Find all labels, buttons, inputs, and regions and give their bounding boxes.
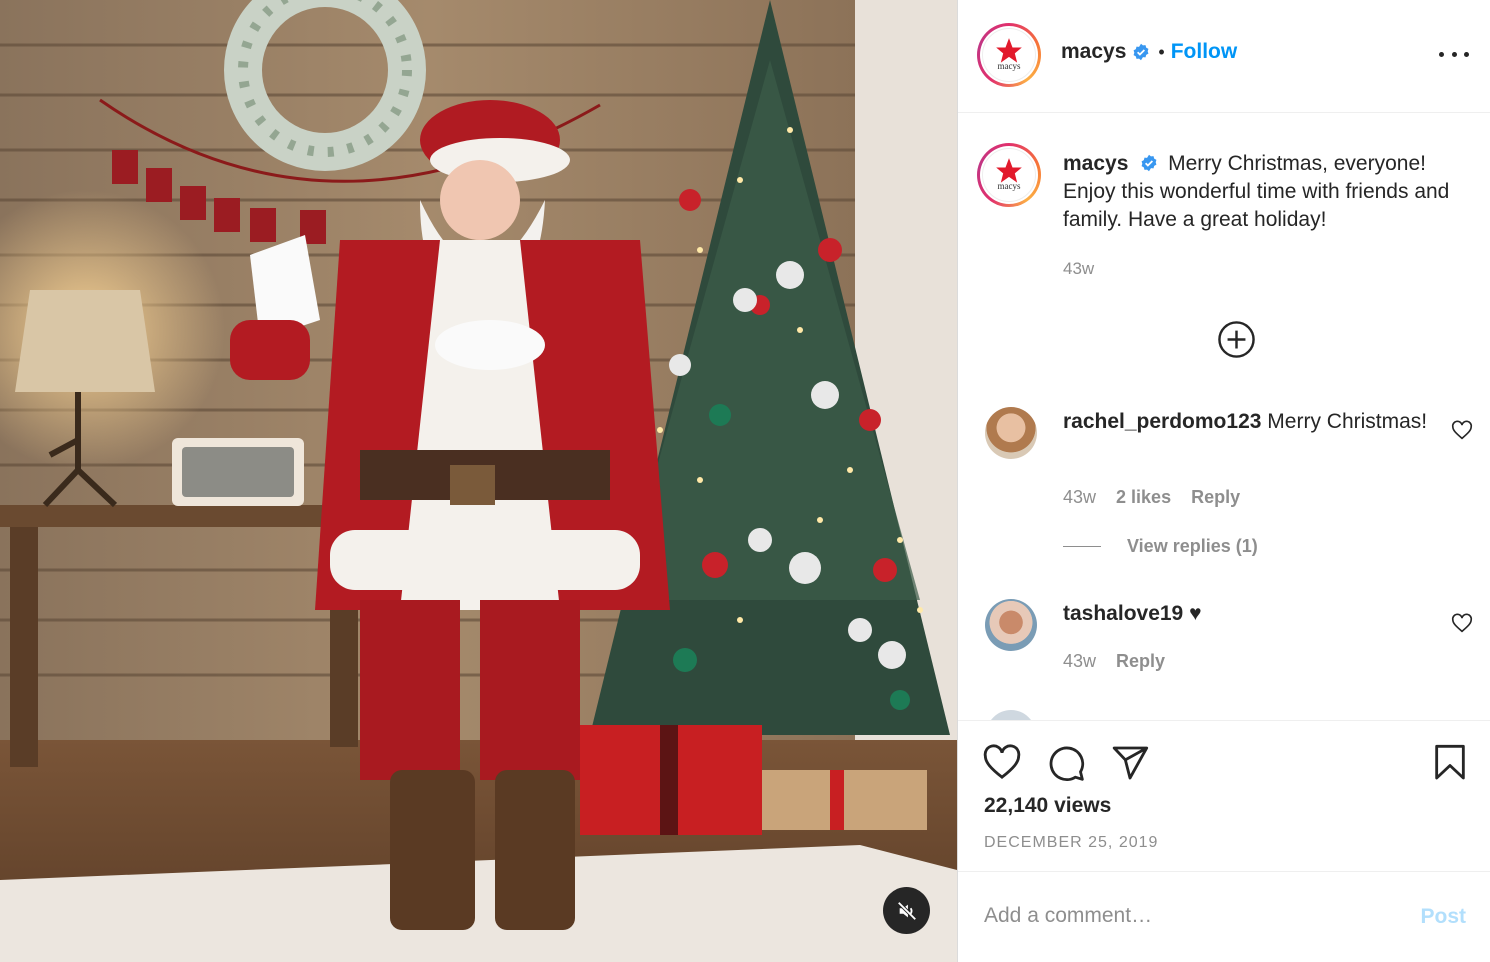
verified-badge-icon [1141, 154, 1157, 172]
paper-plane-icon[interactable] [1110, 743, 1150, 783]
caption-username[interactable]: macys [1063, 152, 1128, 175]
comment-bubble-icon[interactable] [1046, 743, 1086, 783]
comment-like-heart-icon[interactable] [1451, 613, 1473, 635]
account-username[interactable]: macys [1061, 40, 1126, 64]
macys-logo: macys [982, 28, 1036, 82]
post-caption: macys Merry Christmas, everyone! Enjoy t… [1063, 150, 1473, 234]
comment-username[interactable]: tashalove19 [1063, 602, 1183, 625]
view-replies-button[interactable]: View replies (1) [1063, 536, 1258, 557]
separator-dot: • [1158, 41, 1165, 62]
comment-username[interactable]: rachel_perdomo123 [1063, 410, 1261, 433]
comment-input[interactable] [984, 896, 1404, 936]
comment-heart-emoji: ♥ [1189, 602, 1202, 625]
post-actions-bar: 22,140 views DECEMBER 25, 2019 [958, 720, 1490, 870]
bookmark-icon[interactable] [1430, 743, 1470, 783]
commenter-avatar-partial[interactable] [986, 710, 1036, 720]
heart-icon[interactable] [982, 743, 1022, 783]
comments-list[interactable]: macys macys Merry Christmas, everyone! E… [958, 114, 1490, 720]
caption-avatar[interactable]: macys [977, 143, 1041, 207]
comment-text: Merry Christmas! [1267, 410, 1428, 433]
reply-button[interactable]: Reply [1191, 487, 1240, 508]
post-date[interactable]: DECEMBER 25, 2019 [984, 834, 1158, 852]
commenter-avatar[interactable] [985, 407, 1037, 459]
logo-text: macys [997, 61, 1021, 71]
view-replies-label: View replies (1) [1127, 536, 1258, 556]
post-comment-button[interactable]: Post [1420, 905, 1466, 929]
video-frame-santa-scene [0, 0, 957, 962]
caption-timestamp[interactable]: 43w [1063, 259, 1094, 279]
comment-timestamp[interactable]: 43w [1063, 487, 1096, 508]
speaker-muted-icon [896, 900, 917, 921]
comment-item: tashalove19 ♥ [1063, 600, 1433, 628]
comment-timestamp[interactable]: 43w [1063, 651, 1096, 672]
comment-item: rachel_perdomo123 Merry Christmas! [1063, 408, 1433, 436]
logo-text: macys [997, 181, 1021, 191]
follow-button[interactable]: Follow [1171, 40, 1238, 64]
add-comment-bar: Post [958, 871, 1490, 962]
view-count[interactable]: 22,140 views [984, 794, 1111, 818]
reply-button[interactable]: Reply [1116, 651, 1165, 672]
plus-circle-icon[interactable] [1217, 320, 1256, 359]
more-options-icon[interactable] [1439, 44, 1469, 64]
commenter-avatar[interactable] [985, 599, 1037, 651]
comment-meta: 43w Reply [1063, 651, 1165, 672]
post-side-panel: macys macys • Follow macys macys Merry C… [957, 0, 1490, 962]
verified-badge-icon [1133, 43, 1149, 61]
comment-meta: 43w 2 likes Reply [1063, 487, 1240, 508]
comment-likes[interactable]: 2 likes [1116, 487, 1171, 508]
account-avatar[interactable]: macys [977, 23, 1041, 87]
divider-line [1063, 546, 1101, 547]
mute-toggle-button[interactable] [883, 887, 930, 934]
post-header: macys macys • Follow [958, 0, 1490, 113]
macys-logo: macys [982, 148, 1036, 202]
comment-like-heart-icon[interactable] [1451, 420, 1473, 442]
post-media-video[interactable] [0, 0, 957, 962]
